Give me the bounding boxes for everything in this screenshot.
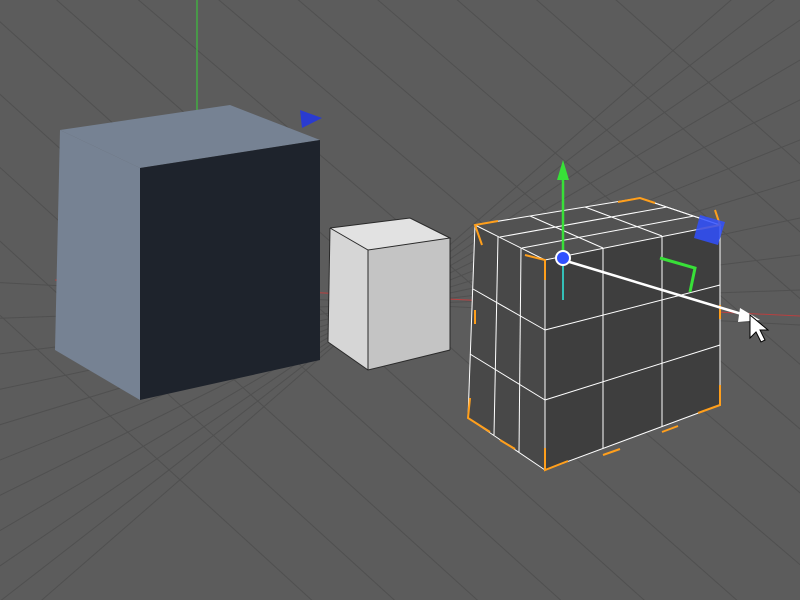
small-cube-side-face <box>368 238 450 370</box>
large-cube-side-face <box>140 140 320 400</box>
object-small-cube[interactable] <box>328 218 450 370</box>
viewport-3d[interactable] <box>0 0 800 600</box>
object-large-cube[interactable] <box>55 105 320 400</box>
gizmo-origin[interactable] <box>556 251 570 265</box>
